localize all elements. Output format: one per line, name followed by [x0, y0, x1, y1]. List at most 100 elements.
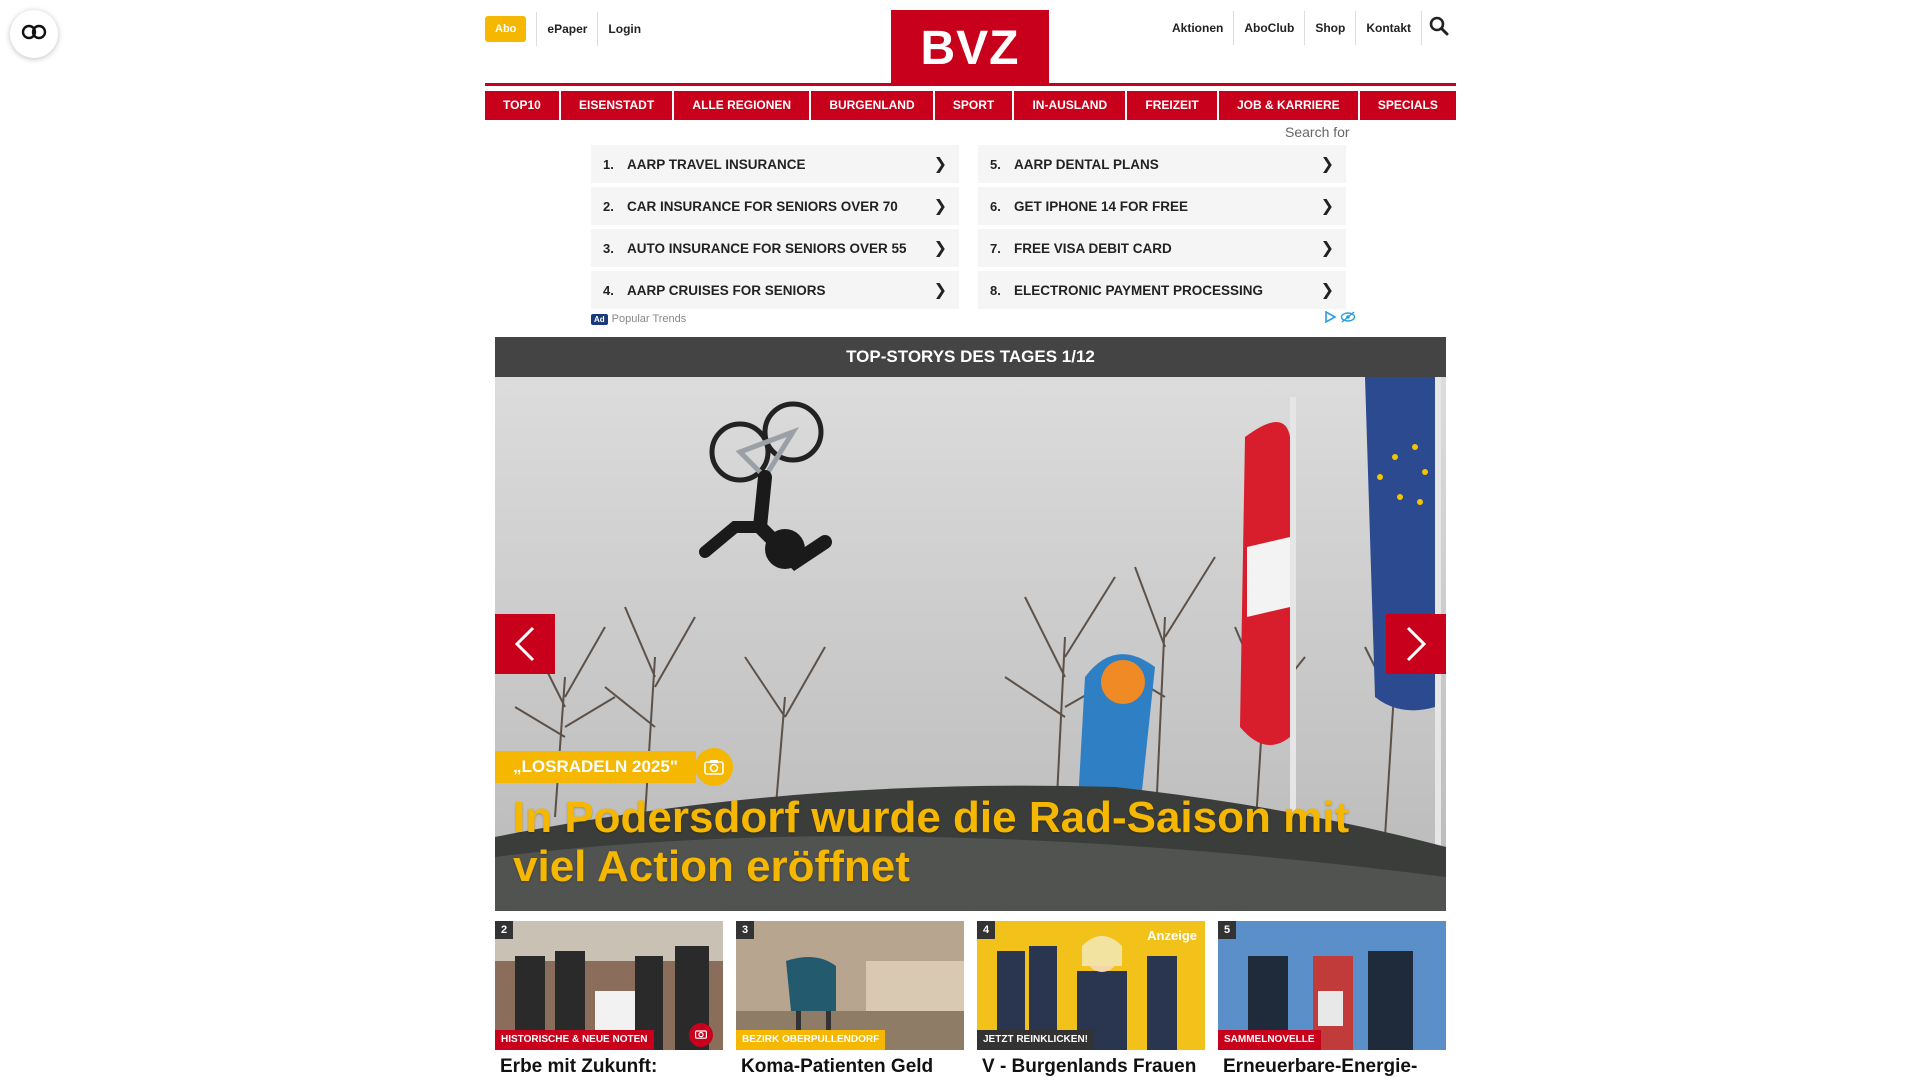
- ad-item-label: FREE VISA DEBIT CARD: [1014, 240, 1172, 256]
- ad-choices[interactable]: [1324, 310, 1356, 328]
- chevron-right-icon: ❯: [933, 156, 947, 173]
- story-rank: 5: [1218, 921, 1236, 939]
- ad-search-for-label: Search for: [1285, 124, 1350, 140]
- sponsored-search-grid: 1. AARP TRAVEL INSURANCE ❯ 5. AARP DENTAL P…: [591, 145, 1356, 309]
- story-rank: 3: [736, 921, 754, 939]
- story-category: BEZIRK OBERPULLENDORF: [736, 1030, 886, 1050]
- story-title[interactable]: Koma-Patienten Geld weggenommen? Prozess: [736, 1056, 964, 1080]
- ad-link-item[interactable]: 2. CAR INSURANCE FOR SENIORS OVER 70 ❯: [591, 187, 959, 225]
- ad-item-number: 6.: [990, 198, 1001, 214]
- top-stories-header: TOP-STORYS DES TAGES 1/12: [495, 337, 1446, 377]
- story-card[interactable]: 3 BEZIRK OBERPULLENDORF Koma-Patienten G…: [736, 921, 964, 1080]
- ad-footer: Ad Popular Trends: [591, 310, 1356, 328]
- nav-item-specials[interactable]: SPECIALS: [1359, 91, 1456, 120]
- ad-item-number: 3.: [603, 240, 614, 256]
- nav-item-alle-regionen[interactable]: ALLE REGIONEN: [674, 91, 810, 120]
- chevron-left-icon: [514, 626, 536, 662]
- chevron-right-icon: [1405, 626, 1427, 662]
- gallery-badge: [695, 748, 733, 786]
- ad-item-number: 7.: [990, 240, 1001, 256]
- kontakt-link[interactable]: Kontakt: [1356, 12, 1421, 44]
- chevron-right-icon: ❯: [933, 282, 947, 299]
- search-button[interactable]: [1422, 10, 1456, 46]
- nav-item-burgenland[interactable]: BURGENLAND: [811, 91, 933, 120]
- ad-item-number: 4.: [603, 282, 614, 298]
- nav-item-top10[interactable]: TOP10: [485, 91, 559, 120]
- ad-link-item[interactable]: 7. FREE VISA DEBIT CARD ❯: [978, 229, 1346, 267]
- camera-icon: [704, 759, 724, 775]
- bvz-logo[interactable]: BVZ: [891, 10, 1049, 84]
- nav-item-eisenstadt[interactable]: EISENSTADT: [561, 91, 673, 120]
- nav-item-sport[interactable]: SPORT: [934, 91, 1013, 120]
- story-card-image: 2 HISTORISCHE & NEUE NOTEN: [495, 921, 723, 1050]
- ad-link-item[interactable]: 5. AARP DENTAL PLANS ❯: [978, 145, 1346, 183]
- header-divider: [485, 83, 1456, 86]
- slider-next-button[interactable]: [1386, 614, 1446, 674]
- story-card-image: 3 BEZIRK OBERPULLENDORF: [736, 921, 964, 1050]
- ad-link-item[interactable]: 6. GET IPHONE 14 FOR FREE ❯: [978, 187, 1346, 225]
- ad-item-number: 8.: [990, 282, 1001, 298]
- ad-link-item[interactable]: 1. AARP TRAVEL INSURANCE ❯: [591, 145, 959, 183]
- story-rank: 2: [495, 921, 513, 939]
- hero-kicker: „LOSRADELN 2025": [495, 751, 696, 783]
- chevron-right-icon: ❯: [1320, 282, 1334, 299]
- ad-item-number: 2.: [603, 198, 614, 214]
- ad-item-label: GET IPHONE 14 FOR FREE: [1014, 198, 1189, 214]
- accessibility-icon: [21, 24, 47, 45]
- story-card[interactable]: 5 SAMMELNOVELLE Erneuerbare-Energie-Ausb…: [1218, 921, 1446, 1080]
- site-header: Abo ePaper Login BVZ Aktionen AboClub Sh…: [485, 0, 1456, 86]
- ad-item-label: ELECTRONIC PAYMENT PROCESSING: [1014, 282, 1264, 298]
- search-icon: [1429, 16, 1449, 41]
- adchoices-play-icon: [1324, 310, 1337, 328]
- gallery-badge: [689, 1023, 713, 1047]
- ad-item-label: AARP TRAVEL INSURANCE: [627, 156, 806, 172]
- ad-link-item[interactable]: 4. AARP CRUISES FOR SENIORS ❯: [591, 271, 959, 309]
- ad-item-label: AUTO INSURANCE FOR SENIORS OVER 55: [627, 240, 907, 256]
- story-card[interactable]: 4 Anzeige JETZT REINKLICKEN! V - Burgenl…: [977, 921, 1205, 1080]
- chevron-right-icon: ❯: [933, 240, 947, 257]
- header-left-links: Abo ePaper Login: [485, 12, 651, 46]
- aboclub-link[interactable]: AboClub: [1234, 12, 1304, 44]
- story-card-image: 4 Anzeige JETZT REINKLICKEN!: [977, 921, 1205, 1050]
- ad-item-number: 1.: [603, 156, 614, 172]
- slider-prev-button[interactable]: [495, 614, 555, 674]
- chevron-right-icon: ❯: [933, 198, 947, 215]
- hero-story[interactable]: „LOSRADELN 2025" In Podersdorf wurde die…: [495, 377, 1446, 911]
- nav-item-freizeit[interactable]: FREIZEIT: [1127, 91, 1217, 120]
- chevron-right-icon: ❯: [1320, 240, 1334, 257]
- shop-link[interactable]: Shop: [1305, 12, 1355, 44]
- story-title[interactable]: Erbe mit Zukunft: Haydn-Hochschule: [495, 1056, 723, 1080]
- story-category: SAMMELNOVELLE: [1218, 1030, 1321, 1050]
- story-title[interactable]: V - Burgenlands Frauen - Hier geht's zum…: [977, 1056, 1205, 1080]
- nav-item-job-karriere[interactable]: JOB & KARRIERE: [1218, 91, 1358, 120]
- page-container: Abo ePaper Login BVZ Aktionen AboClub Sh…: [485, 0, 1456, 1080]
- ad-badge: Ad: [591, 313, 608, 325]
- accessibility-button[interactable]: [10, 10, 58, 58]
- ad-item-label: AARP DENTAL PLANS: [1014, 156, 1159, 172]
- aktionen-link[interactable]: Aktionen: [1162, 12, 1233, 44]
- hero-headline[interactable]: In Podersdorf wurde die Rad-Saison mit v…: [513, 793, 1393, 891]
- ad-item-number: 5.: [990, 156, 1001, 172]
- story-category: JETZT REINKLICKEN!: [977, 1030, 1094, 1050]
- ad-link-item[interactable]: 3. AUTO INSURANCE FOR SENIORS OVER 55 ❯: [591, 229, 959, 267]
- story-cards: 2 HISTORISCHE & NEUE NOTEN Erbe mit Zuku…: [495, 921, 1446, 1080]
- chevron-right-icon: ❯: [1320, 198, 1334, 215]
- story-category: HISTORISCHE & NEUE NOTEN: [495, 1030, 654, 1050]
- camera-icon: [695, 1026, 707, 1044]
- nav-item-in-ausland[interactable]: IN-AUSLAND: [1014, 91, 1126, 120]
- story-card-image: 5 SAMMELNOVELLE: [1218, 921, 1446, 1050]
- main-navigation: TOP10 EISENSTADT ALLE REGIONEN BURGENLAN…: [485, 91, 1456, 120]
- story-card[interactable]: 2 HISTORISCHE & NEUE NOTEN Erbe mit Zuku…: [495, 921, 723, 1080]
- ad-source-label: Popular Trends: [611, 313, 687, 325]
- eye-crossed-icon: [1340, 310, 1356, 328]
- story-title[interactable]: Erneuerbare-Energie-Ausbau im Burgenland: [1218, 1056, 1446, 1080]
- sponsored-label: Anzeige: [1147, 928, 1197, 943]
- ad-item-label: CAR INSURANCE FOR SENIORS OVER 70: [627, 198, 898, 214]
- ad-item-label: AARP CRUISES FOR SENIORS: [627, 282, 826, 298]
- story-rank: 4: [977, 921, 995, 939]
- login-link[interactable]: Login: [598, 13, 651, 45]
- ad-link-item[interactable]: 8. ELECTRONIC PAYMENT PROCESSING ❯: [978, 271, 1346, 309]
- epaper-link[interactable]: ePaper: [537, 13, 597, 45]
- header-right-links: Aktionen AboClub Shop Kontakt: [1162, 10, 1456, 46]
- abo-button[interactable]: Abo: [485, 16, 527, 42]
